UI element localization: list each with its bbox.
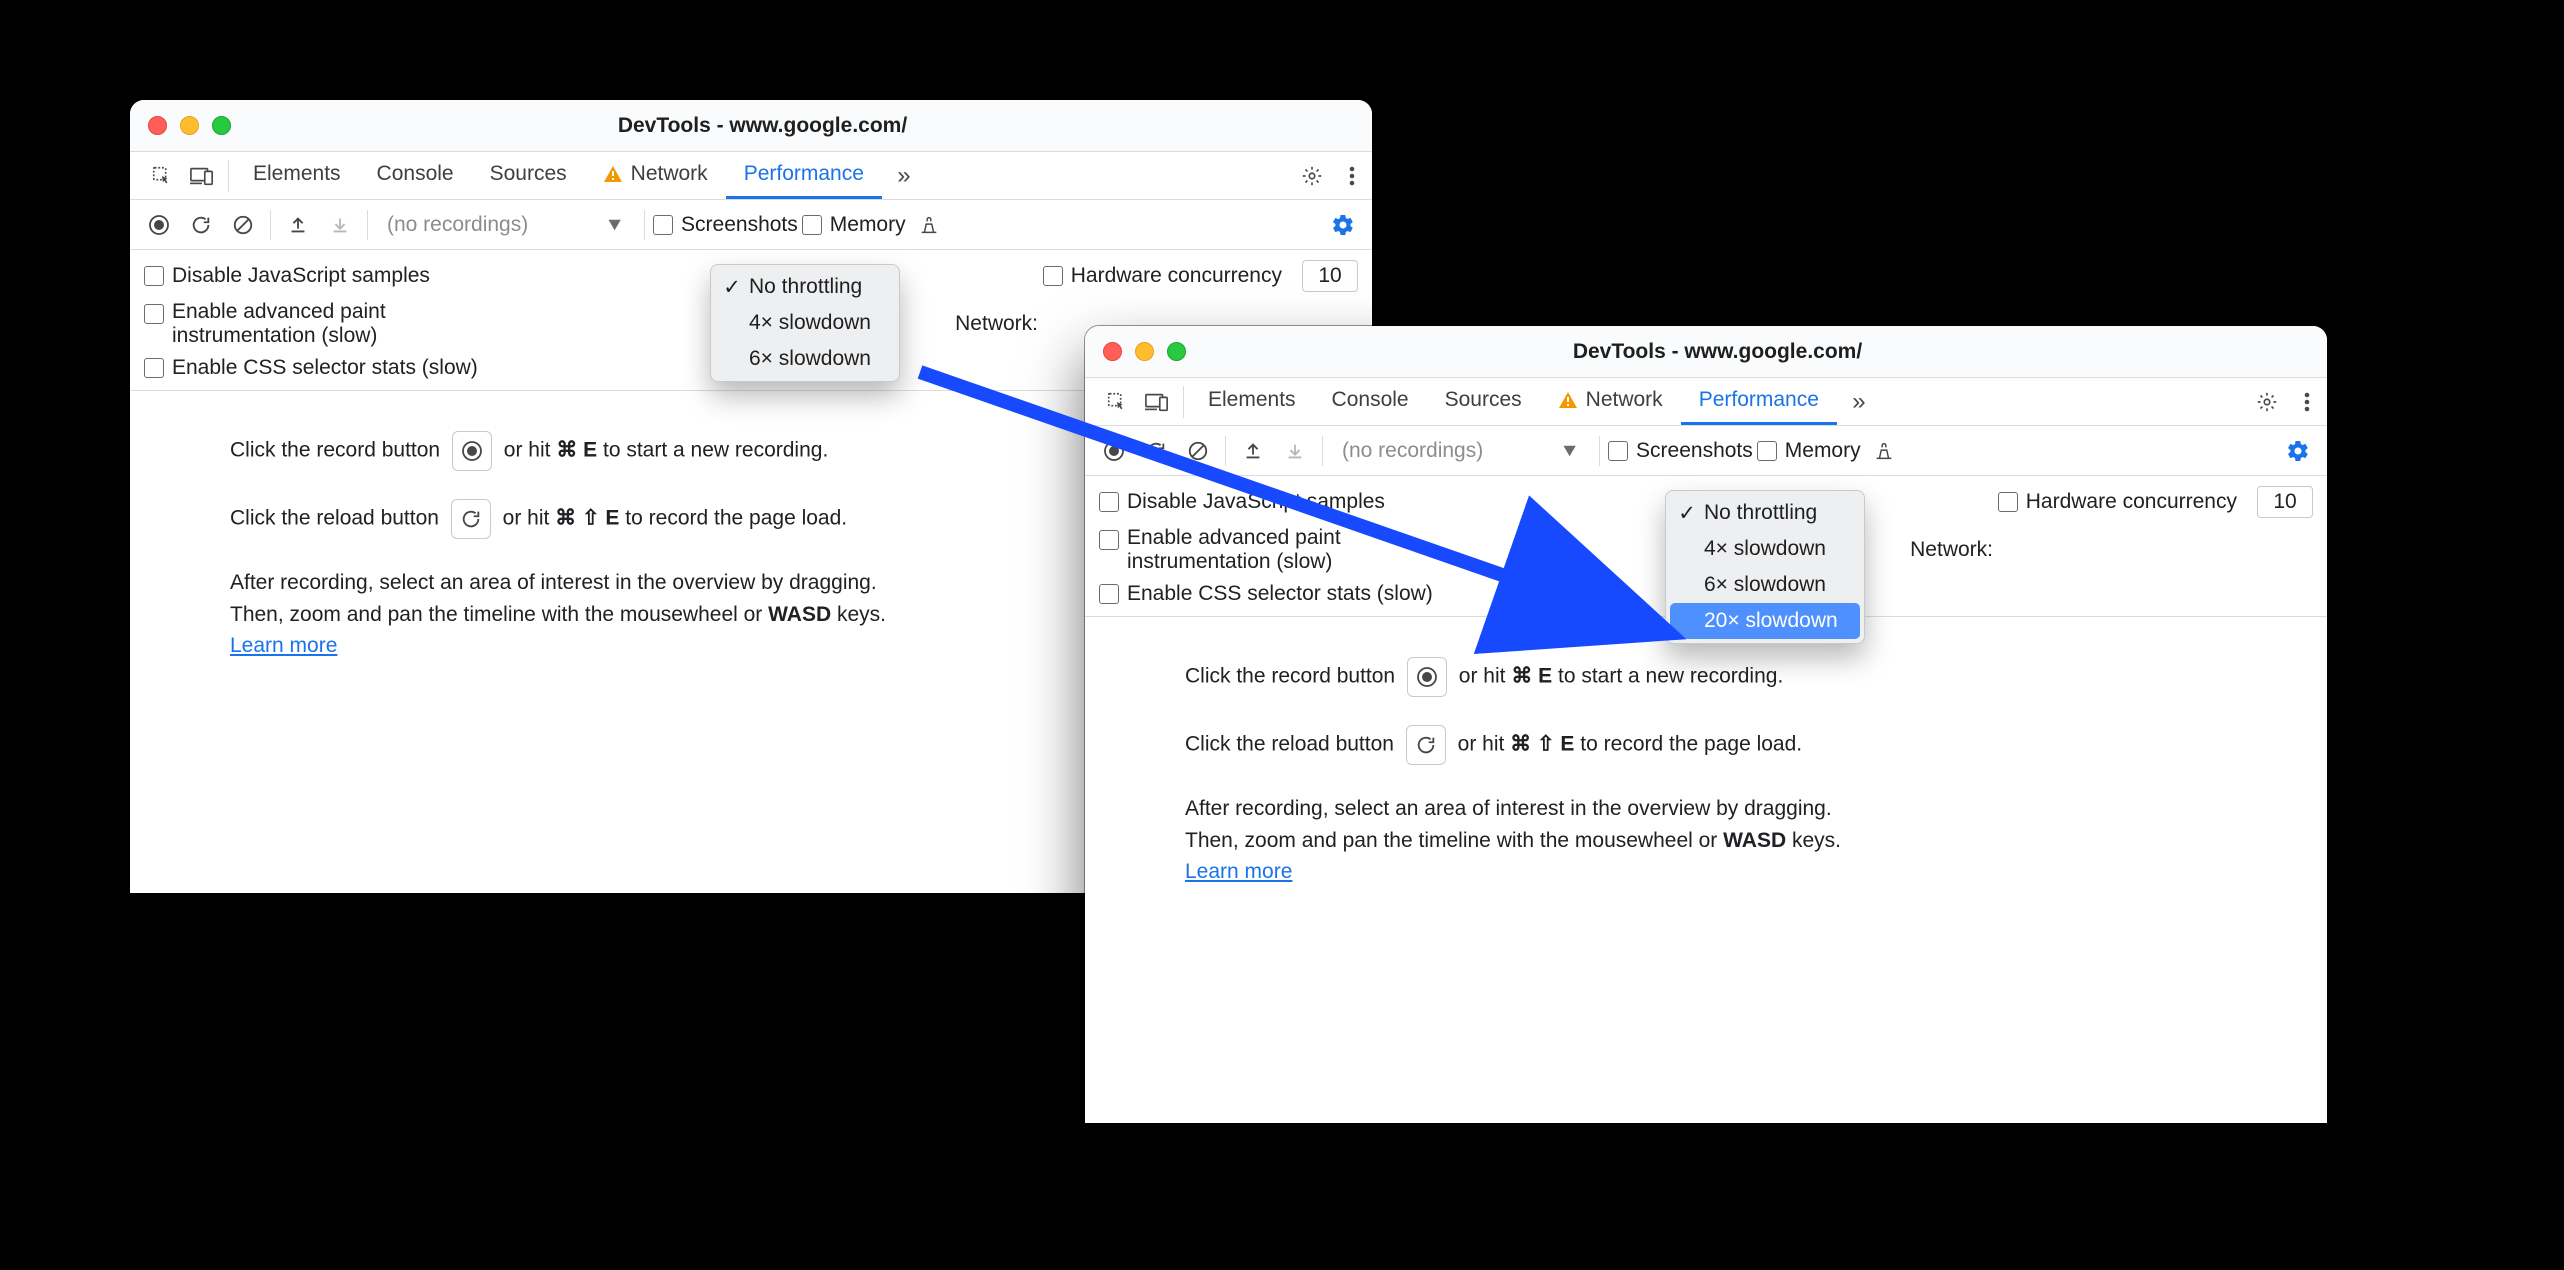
performance-help: Click the record button or hit ⌘ E to st… xyxy=(1085,617,2327,888)
hardware-concurrency-input[interactable]: 10 xyxy=(1302,260,1358,292)
garbage-collect-icon[interactable] xyxy=(910,206,948,244)
settings-icon[interactable] xyxy=(2247,378,2287,426)
traffic-lights[interactable] xyxy=(1103,342,1186,361)
close-icon[interactable] xyxy=(148,116,167,135)
hardware-concurrency-checkbox[interactable]: Hardware concurrency xyxy=(1998,490,2237,514)
caret-down-icon: ▼ xyxy=(1559,440,1580,460)
learn-more-link[interactable]: Learn more xyxy=(230,634,337,657)
menu-item-no-throttling[interactable]: ✓No throttling xyxy=(715,269,895,305)
disable-js-checkbox[interactable]: Disable JavaScript samples xyxy=(144,264,430,288)
upload-icon[interactable] xyxy=(279,206,317,244)
record-button-inline[interactable] xyxy=(1407,657,1447,697)
kebab-icon[interactable] xyxy=(1332,152,1372,200)
hardware-concurrency-input[interactable]: 10 xyxy=(2257,486,2313,518)
devtools-window-after: DevTools - www.google.com/ Elements Cons… xyxy=(1085,326,2327,1123)
record-button[interactable] xyxy=(1095,432,1133,470)
window-title: DevTools - www.google.com/ xyxy=(231,114,1294,138)
tab-performance[interactable]: Performance xyxy=(1681,378,1837,425)
network-label: Network: xyxy=(955,312,1038,336)
menu-item-6x[interactable]: 6× slowdown xyxy=(1670,567,1860,603)
reload-button-inline[interactable] xyxy=(1406,725,1446,765)
cpu-throttling-menu[interactable]: ✓No throttling 4× slowdown 6× slowdown xyxy=(710,264,900,382)
download-icon[interactable] xyxy=(1276,432,1314,470)
recordings-dropdown[interactable]: (no recordings) ▼ xyxy=(376,208,636,242)
reload-button-inline[interactable] xyxy=(451,499,491,539)
titlebar: DevTools - www.google.com/ xyxy=(1085,326,2327,378)
tab-elements[interactable]: Elements xyxy=(1190,378,1314,425)
device-icon[interactable] xyxy=(182,152,222,200)
menu-item-20x[interactable]: 20× slowdown xyxy=(1670,603,1860,639)
css-selector-checkbox[interactable]: Enable CSS selector stats (slow) xyxy=(144,356,478,380)
reload-button[interactable] xyxy=(182,206,220,244)
menu-item-4x[interactable]: 4× slowdown xyxy=(715,305,895,341)
screenshots-checkbox[interactable]: Screenshots xyxy=(653,213,798,237)
recordings-dropdown[interactable]: (no recordings) ▼ xyxy=(1331,434,1591,468)
tab-network[interactable]: Network xyxy=(585,152,726,199)
hardware-concurrency-checkbox[interactable]: Hardware concurrency xyxy=(1043,264,1282,288)
inspect-icon[interactable] xyxy=(142,152,182,200)
kebab-icon[interactable] xyxy=(2287,378,2327,426)
minimize-icon[interactable] xyxy=(180,116,199,135)
download-icon[interactable] xyxy=(321,206,359,244)
memory-checkbox[interactable]: Memory xyxy=(802,213,906,237)
menu-item-no-throttling[interactable]: ✓No throttling xyxy=(1670,495,1860,531)
clear-button[interactable] xyxy=(224,206,262,244)
settings-icon[interactable] xyxy=(1292,152,1332,200)
zoom-icon[interactable] xyxy=(212,116,231,135)
screenshots-checkbox[interactable]: Screenshots xyxy=(1608,439,1753,463)
more-tabs[interactable]: » xyxy=(882,152,926,200)
menu-item-4x[interactable]: 4× slowdown xyxy=(1670,531,1860,567)
caret-down-icon: ▼ xyxy=(604,214,625,234)
minimize-icon[interactable] xyxy=(1135,342,1154,361)
clear-button[interactable] xyxy=(1179,432,1217,470)
performance-toolbar: (no recordings) ▼ Screenshots Memory xyxy=(130,200,1372,250)
devtools-tabbar: Elements Console Sources Network Perform… xyxy=(130,152,1372,200)
tab-network[interactable]: Network xyxy=(1540,378,1681,425)
learn-more-link[interactable]: Learn more xyxy=(1185,860,1292,883)
tab-sources[interactable]: Sources xyxy=(472,152,585,199)
tab-console[interactable]: Console xyxy=(359,152,472,199)
zoom-icon[interactable] xyxy=(1167,342,1186,361)
warning-icon xyxy=(1558,391,1578,409)
tab-console[interactable]: Console xyxy=(1314,378,1427,425)
more-tabs[interactable]: » xyxy=(1837,378,1881,426)
inspect-icon[interactable] xyxy=(1097,378,1137,426)
titlebar: DevTools - www.google.com/ xyxy=(130,100,1372,152)
advanced-paint-checkbox[interactable]: Enable advanced paintinstrumentation (sl… xyxy=(144,300,386,348)
css-selector-checkbox[interactable]: Enable CSS selector stats (slow) xyxy=(1099,582,1433,606)
memory-checkbox[interactable]: Memory xyxy=(1757,439,1861,463)
tab-performance[interactable]: Performance xyxy=(726,152,882,199)
device-icon[interactable] xyxy=(1137,378,1177,426)
traffic-lights[interactable] xyxy=(148,116,231,135)
close-icon[interactable] xyxy=(1103,342,1122,361)
network-label: Network: xyxy=(1910,538,1993,562)
window-title: DevTools - www.google.com/ xyxy=(1186,340,2249,364)
tab-sources[interactable]: Sources xyxy=(1427,378,1540,425)
reload-button[interactable] xyxy=(1137,432,1175,470)
advanced-paint-checkbox[interactable]: Enable advanced paintinstrumentation (sl… xyxy=(1099,526,1341,574)
record-button[interactable] xyxy=(140,206,178,244)
devtools-tabbar: Elements Console Sources Network Perform… xyxy=(1085,378,2327,426)
cpu-throttling-menu[interactable]: ✓No throttling 4× slowdown 6× slowdown 2… xyxy=(1665,490,1865,644)
tab-elements[interactable]: Elements xyxy=(235,152,359,199)
perf-settings-icon[interactable] xyxy=(2279,432,2317,470)
garbage-collect-icon[interactable] xyxy=(1865,432,1903,470)
record-button-inline[interactable] xyxy=(452,431,492,471)
warning-icon xyxy=(603,165,623,183)
perf-settings-icon[interactable] xyxy=(1324,206,1362,244)
performance-toolbar: (no recordings) ▼ Screenshots Memory xyxy=(1085,426,2327,476)
disable-js-checkbox[interactable]: Disable JavaScript samples xyxy=(1099,490,1385,514)
upload-icon[interactable] xyxy=(1234,432,1272,470)
menu-item-6x[interactable]: 6× slowdown xyxy=(715,341,895,377)
